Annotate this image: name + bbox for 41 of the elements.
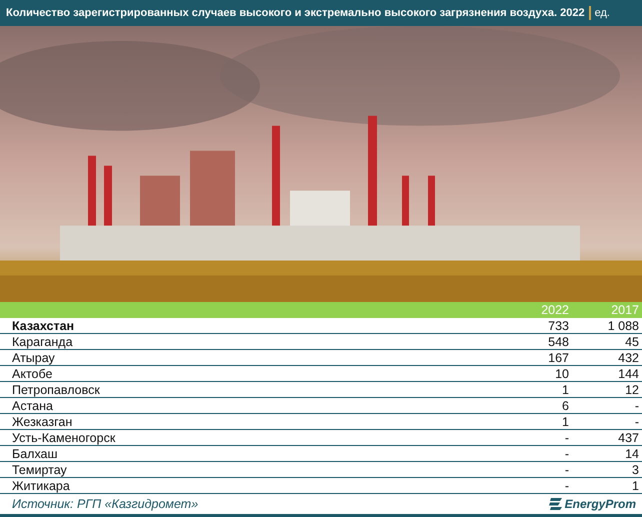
table-cell-text: 1 088 <box>606 318 640 333</box>
row-label: Балхаш <box>11 446 59 461</box>
table-cell-text: - <box>564 446 570 461</box>
table-cell-text: 167 <box>547 350 570 365</box>
table-cell-text: 10 <box>554 366 570 381</box>
table-cell-text: 144 <box>617 366 640 381</box>
unit-label: ед. <box>594 6 610 19</box>
stripes-logo-icon <box>548 497 563 511</box>
table-cell-text: 548 <box>547 334 570 349</box>
table-cell-text: - <box>634 398 640 413</box>
table-cell-text: 1 <box>561 414 570 429</box>
row-label: Караганда <box>11 334 74 349</box>
table-cell-text: 14 <box>624 446 640 461</box>
table-cell-text: 733 <box>547 318 570 333</box>
row-label: Усть-Каменогорск <box>11 430 116 445</box>
table-cell-text: - <box>564 430 570 445</box>
row-label: Петропавловск <box>11 382 101 397</box>
table-cell-text: 1 <box>561 382 570 397</box>
chart-title: Количество зарегистрированных случаев высокого и экстремально высокого загрязнения воздуха. 2022 <box>6 6 585 19</box>
table-cell-text: - <box>564 462 570 477</box>
row-label: Астана <box>11 398 54 413</box>
row-label: Актобе <box>11 366 54 381</box>
table-cell-text: - <box>634 414 640 429</box>
column-header: 2017 <box>610 303 640 318</box>
table-cell-text: 6 <box>561 398 570 413</box>
table-cell-text: 3 <box>631 462 640 477</box>
column-header: 2022 <box>540 303 570 318</box>
separator-bar <box>588 6 591 20</box>
row-label: Темиртау <box>11 462 68 477</box>
table-cell-text: 1 <box>631 478 640 493</box>
row-label: Жезказган <box>11 414 74 429</box>
row-label: Казахстан <box>11 318 76 333</box>
table-cell-text: 12 <box>624 382 640 397</box>
row-label: Атырау <box>11 350 56 365</box>
logo-text: EnergyProm <box>564 497 636 511</box>
row-label: Житикара <box>11 478 71 493</box>
table-cell-text: 45 <box>624 334 640 349</box>
source-note: Источник: РГП «Казгидромет» <box>12 497 198 511</box>
table-cell-text: 437 <box>617 430 640 445</box>
table-cell-text: 432 <box>617 350 640 365</box>
table-cell-text: - <box>564 478 570 493</box>
